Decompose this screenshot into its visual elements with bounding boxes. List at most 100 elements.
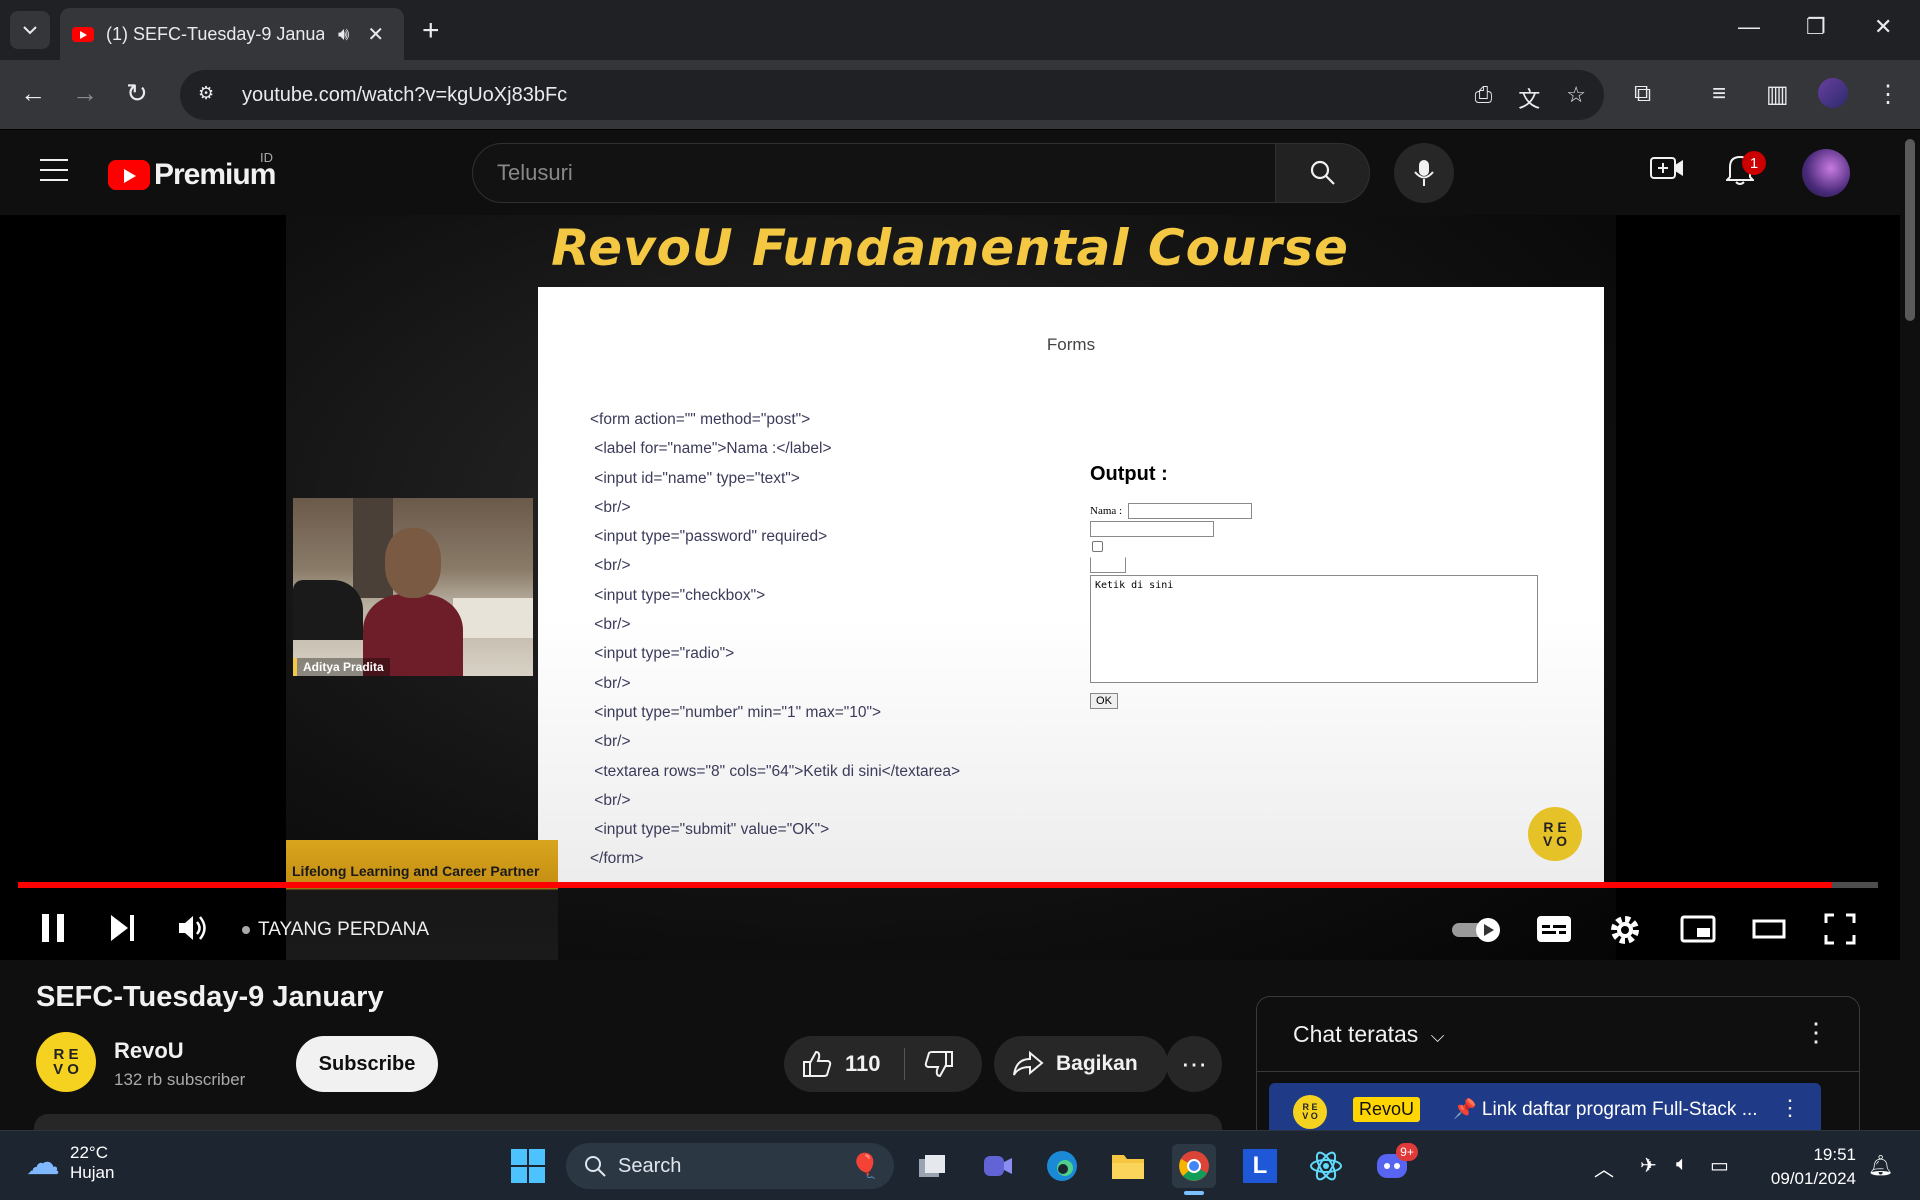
forward-icon[interactable]: → (72, 78, 98, 109)
code-line: <br/> (590, 557, 631, 575)
clock-time: 19:51 (1813, 1145, 1856, 1164)
code-line: <input type="submit" value="OK"> (590, 821, 830, 839)
clock-date: 09/01/2024 (1770, 1169, 1856, 1188)
video-player[interactable]: RevoU Fundamental Course Forms <form act… (0, 215, 1900, 960)
hamburger-menu-icon[interactable] (40, 159, 68, 181)
close-tab-icon[interactable]: ✕ (367, 22, 384, 47)
taskbar-search-box[interactable]: Search 🎈 (566, 1143, 894, 1189)
close-window-icon[interactable]: ✕ (1874, 14, 1892, 40)
restore-icon[interactable]: ❐ (1806, 14, 1826, 40)
l-app-icon[interactable]: L (1238, 1144, 1282, 1188)
video-progress-bar[interactable] (18, 882, 1878, 888)
youtube-premium-logo[interactable]: Premium ID (108, 150, 276, 192)
fullscreen-icon[interactable] (1824, 913, 1856, 950)
windows-start-icon[interactable] (506, 1144, 550, 1188)
youtube-favicon-icon (72, 26, 94, 42)
next-video-icon[interactable] (108, 911, 138, 950)
extensions-icon[interactable]: ⧉ (1634, 80, 1651, 108)
revou-slide-logo: R E V O (1528, 807, 1582, 861)
side-panel-icon[interactable]: ▥ (1766, 80, 1789, 109)
teams-meet-icon[interactable] (976, 1144, 1020, 1188)
miniplayer-icon[interactable] (1680, 915, 1716, 948)
like-thumb-up-icon[interactable] (802, 1050, 832, 1083)
install-app-icon[interactable]: ⎙ (1475, 82, 1493, 114)
airplane-mode-icon[interactable]: ✈ (1640, 1153, 1657, 1178)
channel-name[interactable]: RevoU (114, 1038, 184, 1064)
channel-logo-text: R E V O (53, 1046, 79, 1078)
chat-divider (1257, 1071, 1859, 1072)
new-tab-button[interactable]: + (422, 14, 440, 48)
settings-gear-icon[interactable] (1608, 913, 1642, 952)
presentation-slide: Forms <form action="" method="post"> <la… (538, 287, 1604, 887)
url-text[interactable]: youtube.com/watch?v=kgUoXj83bFc (242, 84, 567, 107)
minimize-icon[interactable]: — (1738, 14, 1760, 40)
chat-mode-dropdown[interactable]: Chat teratas ⌵ (1293, 1021, 1444, 1048)
translate-icon[interactable]: 文 (1518, 82, 1540, 114)
voice-search-button[interactable] (1394, 143, 1454, 203)
youtube-play-logo-icon (108, 160, 150, 190)
task-view-icon[interactable] (910, 1144, 954, 1188)
page-scrollbar[interactable] (1900, 131, 1920, 1129)
system-clock[interactable]: 19:51 09/01/2024 (1740, 1143, 1856, 1191)
chrome-browser-icon[interactable] (1172, 1144, 1216, 1188)
show-hidden-icons-chevron-icon[interactable]: ︿ (1594, 1153, 1614, 1182)
live-chat-panel: Chat teratas ⌵ ⋮ R E V O RevoU 📌 Link da… (1256, 996, 1860, 1136)
search-input[interactable] (497, 160, 1275, 186)
share-button[interactable]: Bagikan (994, 1036, 1168, 1092)
edge-browser-icon[interactable] (1040, 1144, 1084, 1188)
chevron-down-icon: ⌵ (1430, 1026, 1445, 1046)
theater-mode-icon[interactable] (1752, 917, 1786, 946)
scrollbar-thumb[interactable] (1905, 139, 1915, 321)
browser-profile-avatar[interactable] (1818, 78, 1848, 108)
search-button[interactable] (1276, 143, 1370, 203)
chat-mode-label: Chat teratas (1293, 1021, 1419, 1047)
react-devtools-icon[interactable] (1304, 1144, 1348, 1188)
video-title: SEFC-Tuesday-9 January (36, 981, 384, 1013)
rain-cloud-icon: ☁ (26, 1144, 60, 1182)
site-info-icon[interactable]: ⚙ (198, 83, 222, 107)
more-actions-icon[interactable]: ⋯ (1166, 1036, 1222, 1092)
code-line: <input type="number" min="1" max="10"> (590, 703, 882, 721)
like-count[interactable]: 110 (845, 1051, 881, 1077)
speaker-icon[interactable]: 🔊︎ (338, 24, 349, 45)
file-explorer-icon[interactable] (1106, 1144, 1150, 1188)
dislike-thumb-down-icon[interactable] (924, 1050, 954, 1083)
tab-search-button[interactable] (10, 11, 50, 49)
back-icon[interactable]: ← (20, 78, 46, 109)
pinned-message[interactable]: R E V O RevoU 📌 Link daftar program Full… (1269, 1083, 1821, 1135)
weather-condition: Hujan (70, 1163, 115, 1182)
weather-widget[interactable]: ☁ 22°C Hujan (26, 1143, 114, 1183)
subtitles-icon[interactable] (1536, 915, 1572, 948)
logo-text: Premium (154, 158, 276, 191)
create-video-icon[interactable] (1650, 155, 1684, 186)
browser-menu-icon[interactable]: ⋮ (1876, 80, 1900, 109)
chat-menu-icon[interactable]: ⋮ (1803, 1017, 1829, 1048)
reload-icon[interactable]: ↻ (126, 78, 148, 109)
autoplay-toggle[interactable] (1450, 917, 1504, 948)
pause-icon[interactable] (40, 911, 66, 950)
speaker-name-tag: Aditya Pradita (293, 658, 390, 676)
subscribe-button[interactable]: Subscribe (296, 1036, 438, 1092)
code-line: <label for="name">Nama :</label> (590, 440, 832, 458)
volume-tray-icon[interactable]: 🔈︎ (1676, 1153, 1688, 1176)
media-controls-icon[interactable]: ≡ (1712, 80, 1726, 108)
premiere-label[interactable]: TAYANG PERDANA (258, 919, 429, 941)
browser-tab-active[interactable]: (1) SEFC-Tuesday-9 January 🔊︎ ✕ (60, 8, 404, 60)
battery-icon[interactable]: ▭ (1710, 1153, 1729, 1178)
microphone-icon (1414, 160, 1434, 186)
notification-center-bell-icon[interactable]: 🔔︎ (1868, 1153, 1893, 1178)
bookmark-star-icon[interactable]: ☆ (1566, 82, 1586, 114)
pinned-author-avatar: R E V O (1293, 1095, 1327, 1129)
pinned-message-menu-icon[interactable]: ⋮ (1779, 1095, 1801, 1121)
address-bar[interactable]: ⚙ youtube.com/watch?v=kgUoXj83bFc ⎙ 文 ☆ (180, 70, 1604, 120)
share-label: Bagikan (1056, 1052, 1138, 1075)
code-line: <br/> (590, 674, 631, 692)
output-checkbox (1092, 541, 1103, 552)
search-icon (1310, 160, 1335, 185)
output-name-label: Nama : (1090, 505, 1123, 517)
account-avatar[interactable] (1802, 149, 1850, 197)
volume-icon[interactable] (176, 911, 210, 950)
search-field[interactable] (472, 143, 1276, 203)
channel-avatar[interactable]: R E V O (36, 1032, 96, 1092)
speaker-webcam: Aditya Pradita (293, 498, 533, 676)
